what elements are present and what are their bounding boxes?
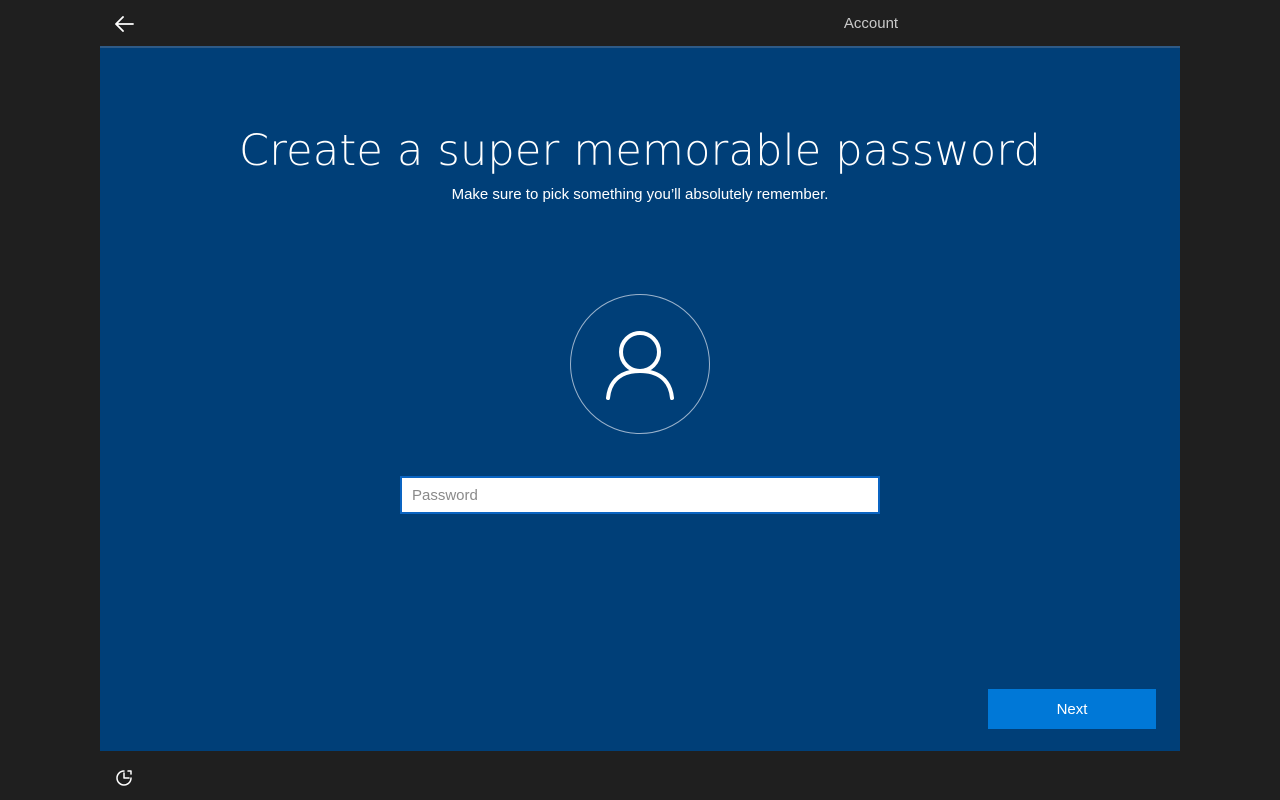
page-title: Create a super memorable password <box>239 126 1041 176</box>
tab-account: Account <box>768 0 974 48</box>
user-icon <box>606 331 674 400</box>
ease-of-access-icon <box>116 770 132 786</box>
ease-of-access-button[interactable] <box>114 768 134 788</box>
page-subtitle: Make sure to pick something you’ll absol… <box>451 186 829 203</box>
password-field-wrap <box>400 476 880 514</box>
oobe-window: Account Create a super memorable passwor… <box>0 0 1280 800</box>
setup-panel: Create a super memorable password Make s… <box>100 46 1180 751</box>
top-bar: Account <box>0 0 1280 48</box>
arrow-left-icon <box>115 16 134 32</box>
password-input[interactable] <box>400 476 880 514</box>
back-button[interactable] <box>110 10 138 38</box>
next-button[interactable]: Next <box>988 689 1156 729</box>
avatar <box>570 294 710 434</box>
tab-account-label: Account <box>843 14 899 32</box>
